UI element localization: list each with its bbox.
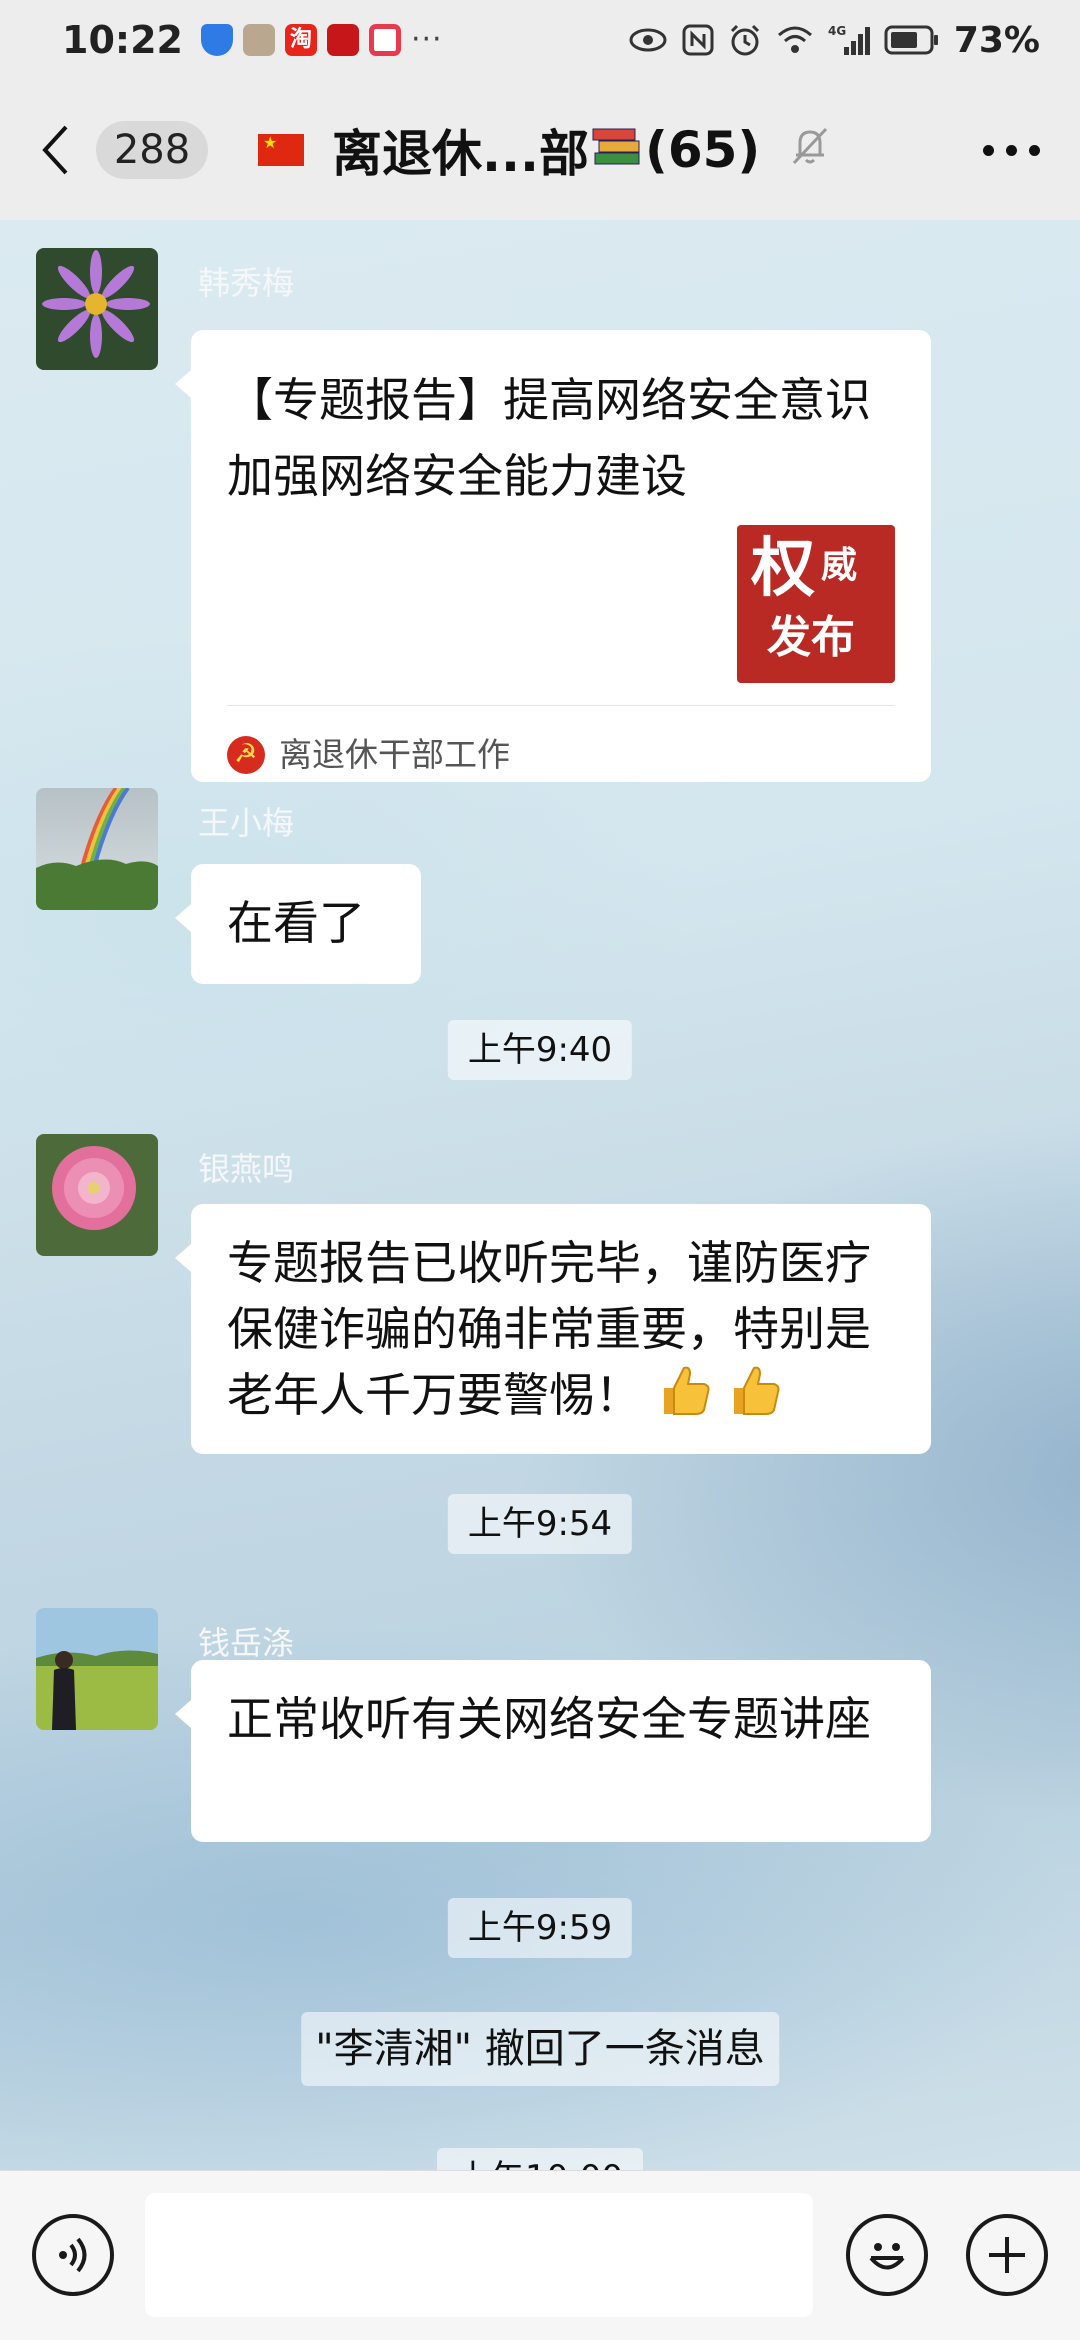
sender-name: 银燕鸣: [198, 1150, 295, 1188]
card-thumbnail: 权 威 发布: [737, 525, 895, 683]
clock: 10:22: [62, 18, 183, 62]
dot-icon: [983, 144, 994, 156]
party-emblem-icon: [227, 736, 265, 774]
timestamp: 上午9:54: [447, 1494, 633, 1554]
emoji-button[interactable]: [846, 2214, 928, 2296]
eye-comfort-icon: [628, 25, 668, 55]
thumbnail-text: 威: [821, 544, 858, 586]
status-bar: 10:22 淘 ··· 4G 73%: [0, 0, 1080, 80]
text-bubble[interactable]: 在看了: [175, 864, 421, 984]
more-notifications-icon: ···: [410, 22, 443, 57]
avatar[interactable]: [36, 788, 158, 910]
message-input-bar: [0, 2170, 1080, 2340]
mute-bell-icon: [790, 121, 830, 179]
chevron-left-icon: [42, 125, 68, 175]
xuexi-app-icon: [326, 24, 359, 56]
system-status: 4G 73%: [628, 20, 1040, 61]
card-divider: [227, 705, 895, 706]
system-notice: "李清湘" 撤回了一条消息: [301, 2012, 779, 2086]
timestamp: 上午10:00: [437, 2148, 643, 2170]
chat-title-bar: 288 离退休...部 (65): [0, 80, 1080, 220]
sender-name: 韩秀梅: [198, 264, 295, 302]
dot-icon: [1006, 144, 1017, 156]
wifi-icon: [776, 24, 814, 56]
back-button[interactable]: [40, 115, 90, 185]
group-name: 离退休...部: [332, 125, 589, 183]
taobao-app-icon: 淘: [284, 24, 317, 56]
timestamp: 上午9:40: [447, 1020, 633, 1080]
shield-app-icon: [200, 24, 233, 56]
gallery-app-icon: [242, 24, 275, 56]
unread-count-badge[interactable]: 288: [96, 121, 208, 179]
sender-name: 王小梅: [198, 804, 295, 842]
signal-icon: 4G: [828, 23, 870, 57]
text-bubble[interactable]: 正常收听有关网络安全专题讲座: [175, 1660, 931, 1842]
avatar[interactable]: [36, 248, 158, 370]
notes-app-icon: [368, 24, 401, 56]
card-source: 离退休干部工作: [227, 722, 510, 788]
dot-icon: [1029, 144, 1040, 156]
timestamp: 上午9:59: [447, 1898, 633, 1958]
thumbs-up-icon: [726, 1362, 782, 1435]
nfc-icon: [682, 24, 714, 56]
more-functions-button[interactable]: [966, 2214, 1048, 2296]
battery-icon: [884, 24, 940, 56]
battery-percent: 73%: [953, 19, 1040, 61]
text-bubble[interactable]: 专题报告已收听完毕，谨防医疗保健诈骗的确非常重要，特别是老年人千万要警惕！: [175, 1204, 931, 1454]
plus-icon: [989, 2237, 1025, 2273]
more-options-button[interactable]: [973, 144, 1050, 156]
avatar[interactable]: [36, 1608, 158, 1730]
thumbs-up-icon: [656, 1362, 712, 1435]
card-title: 【专题报告】提高网络安全意识 加强网络安全能力建设: [227, 373, 871, 503]
smiley-icon: [869, 2243, 905, 2270]
member-count: (65): [644, 121, 761, 179]
books-emoji-icon: [591, 121, 643, 179]
group-title[interactable]: 离退休...部 (65): [258, 114, 830, 186]
chat-message-list[interactable]: 韩秀梅 【专题报告】提高网络安全意识 加强网络安全能力建设 权 威 发布 离退休…: [0, 220, 1080, 2170]
notification-icons: 淘 ···: [200, 22, 443, 57]
source-name: 离退休干部工作: [279, 735, 510, 774]
message-input[interactable]: [145, 2193, 813, 2317]
thumbnail-text: 发布: [767, 612, 855, 663]
voice-icon: [59, 2237, 87, 2273]
svg-text:4G: 4G: [828, 24, 846, 38]
thumbnail-text: 权: [751, 531, 815, 606]
link-card-bubble[interactable]: 【专题报告】提高网络安全意识 加强网络安全能力建设 权 威 发布 离退休干部工作: [175, 330, 931, 782]
avatar[interactable]: [36, 1134, 158, 1256]
china-flag-icon: [258, 134, 304, 166]
sender-name: 钱岳涤: [198, 1624, 295, 1662]
voice-input-button[interactable]: [32, 2214, 114, 2296]
alarm-icon: [728, 23, 762, 57]
